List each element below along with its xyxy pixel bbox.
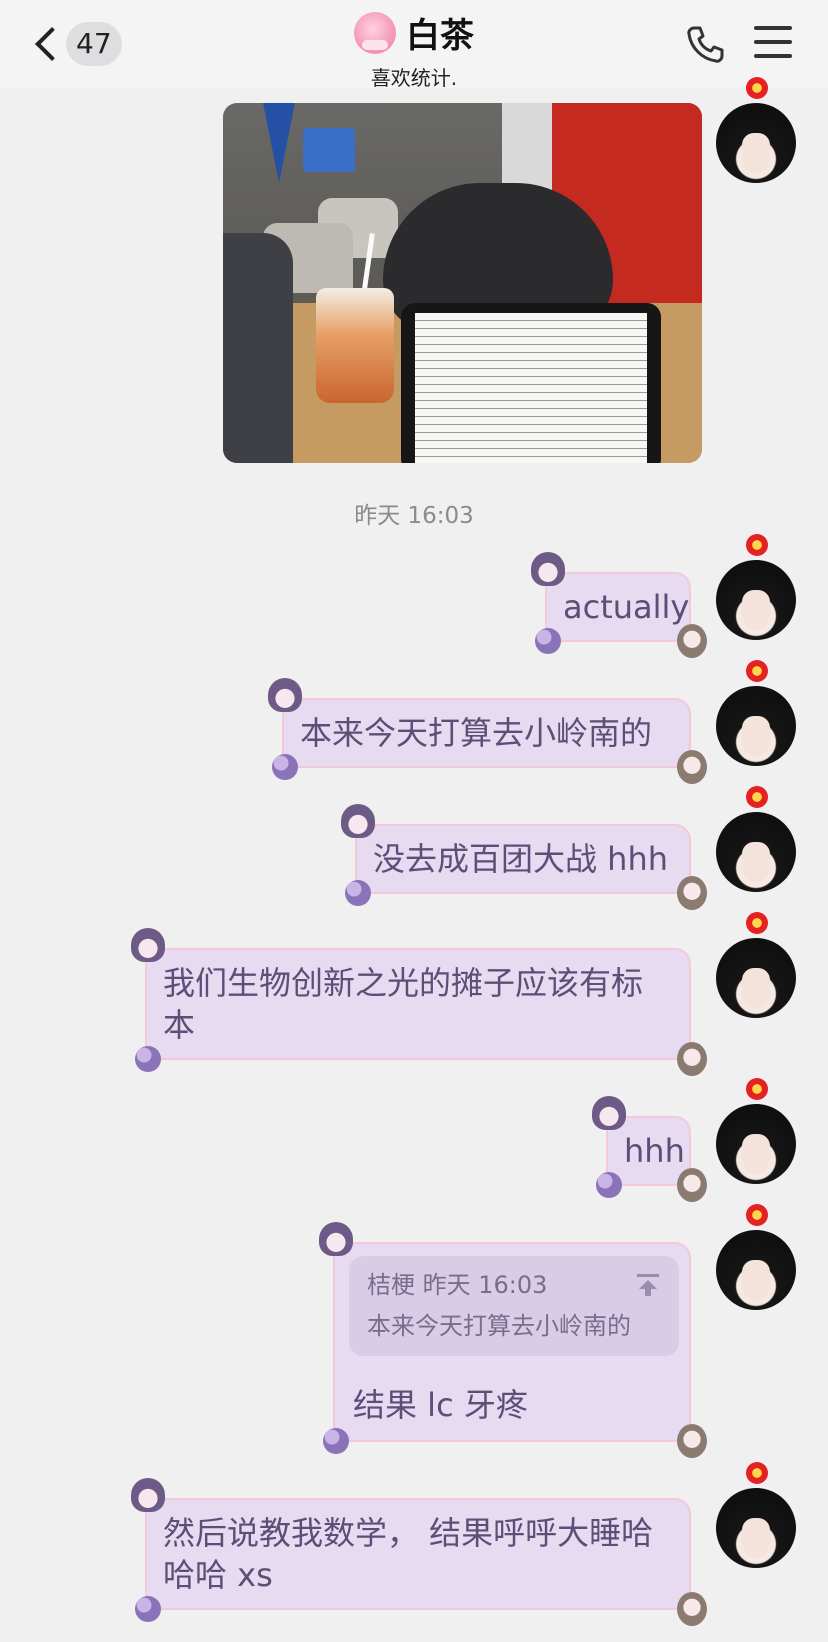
flower-icon [746, 786, 768, 808]
message-bubble[interactable]: 我们生物创新之光的摊子应该有标本 [131, 928, 707, 1076]
fairy-icon [677, 1168, 707, 1202]
pennant-decoration [263, 103, 295, 183]
sender-avatar[interactable] [716, 786, 796, 892]
drink-cup [316, 288, 394, 403]
sender-avatar[interactable] [716, 534, 796, 640]
grape-icon [135, 1596, 161, 1622]
message-text: hhh [624, 1132, 685, 1170]
message-bubble[interactable]: 桔梗 昨天 16:03 本来今天打算去小岭南的 结果 lc 牙疼 [319, 1222, 707, 1458]
grape-icon [272, 754, 298, 780]
sender-avatar[interactable] [716, 660, 796, 766]
contact-name: 白茶 [406, 16, 474, 56]
message-timestamp: 昨天 16:03 [354, 503, 474, 529]
quote-header: 桔梗 昨天 16:03 [367, 1268, 661, 1302]
fairy-icon [677, 1592, 707, 1626]
fairy-icon [677, 1424, 707, 1458]
poster-decoration [303, 128, 355, 172]
flower-icon [746, 534, 768, 556]
flower-icon [746, 1462, 768, 1484]
message-bubble[interactable]: 然后说教我数学， 结果呼呼大睡哈哈哈 xs [131, 1478, 707, 1626]
chibi-girl-icon [131, 928, 165, 962]
flower-icon [746, 1204, 768, 1226]
quoted-message[interactable]: 桔梗 昨天 16:03 本来今天打算去小岭南的 [349, 1256, 679, 1356]
flower-icon [746, 912, 768, 934]
flower-icon [746, 1078, 768, 1100]
quote-author: 桔梗 [367, 1271, 415, 1299]
message-text: actually [563, 588, 690, 626]
quote-time: 昨天 16:03 [422, 1271, 548, 1299]
chibi-girl-icon [268, 678, 302, 712]
message-bubble[interactable]: hhh [592, 1096, 707, 1202]
sender-avatar[interactable] [716, 77, 796, 183]
grape-icon [535, 628, 561, 654]
message-text: 我们生物创新之光的摊子应该有标本 [163, 964, 644, 1044]
sender-avatar[interactable] [716, 912, 796, 1018]
grape-icon [323, 1428, 349, 1454]
menu-button[interactable] [754, 26, 792, 60]
chibi-girl-icon [319, 1222, 353, 1256]
message-bubble[interactable]: actually [531, 552, 707, 658]
message-bubble[interactable]: 本来今天打算去小岭南的 [268, 678, 707, 784]
message-text: 结果 lc 牙疼 [353, 1386, 528, 1424]
message-text: 本来今天打算去小岭南的 [300, 714, 653, 752]
sender-avatar[interactable] [716, 1204, 796, 1310]
message-bubble[interactable]: 没去成百团大战 hhh [341, 804, 707, 910]
flower-icon [746, 77, 768, 99]
chibi-girl-icon [592, 1096, 626, 1130]
mochi-emoji-icon [354, 11, 396, 54]
chat-header: 47 白茶 喜欢统计. [0, 0, 828, 90]
grape-icon [135, 1046, 161, 1072]
sender-avatar[interactable] [716, 1462, 796, 1568]
fairy-icon [677, 876, 707, 910]
chibi-girl-icon [531, 552, 565, 586]
fairy-icon [677, 1042, 707, 1076]
chibi-girl-icon [341, 804, 375, 838]
flower-icon [746, 660, 768, 682]
fairy-icon [677, 750, 707, 784]
fairy-icon [677, 624, 707, 658]
arrow-up-to-line-icon[interactable] [635, 1272, 661, 1298]
sender-avatar[interactable] [716, 1078, 796, 1184]
quote-text: 本来今天打算去小岭南的 [367, 1312, 631, 1340]
grape-icon [345, 880, 371, 906]
message-text: 没去成百团大战 hhh [373, 840, 669, 878]
image-message[interactable] [223, 103, 702, 463]
message-text: 然后说教我数学， 结果呼呼大睡哈哈哈 xs [163, 1514, 654, 1594]
chibi-girl-icon [131, 1478, 165, 1512]
hamburger-menu-icon [754, 26, 792, 58]
grape-icon [596, 1172, 622, 1198]
phone-icon [687, 26, 724, 63]
call-button[interactable] [684, 24, 726, 66]
